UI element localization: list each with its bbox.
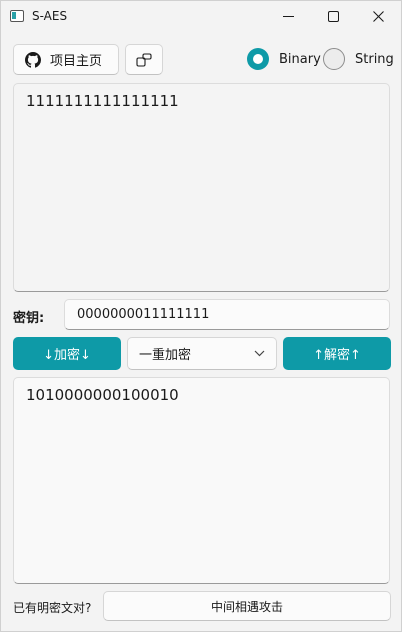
minimize-icon	[282, 16, 294, 17]
close-button[interactable]	[355, 1, 401, 32]
maximize-button[interactable]	[310, 1, 356, 32]
project-home-button[interactable]: 项目主页	[13, 44, 119, 75]
switch-window-button[interactable]	[125, 44, 163, 75]
decrypt-button[interactable]: ↑解密↑	[283, 337, 391, 370]
switch-window-icon	[136, 52, 152, 67]
meet-in-the-middle-attack-button[interactable]: 中间相遇攻击	[103, 591, 391, 621]
encryption-mode-select[interactable]: 一重加密	[127, 337, 277, 370]
binary-radio-label[interactable]: Binary	[279, 52, 321, 67]
binary-radio[interactable]	[247, 48, 269, 70]
key-label: 密钥:	[13, 311, 45, 326]
encryption-mode-value: 一重加密	[139, 348, 192, 363]
string-radio-label[interactable]: String	[355, 52, 394, 67]
known-pair-question: 已有明密文对?	[13, 601, 92, 615]
string-radio[interactable]	[323, 48, 345, 70]
maximize-icon	[327, 11, 339, 22]
chevron-down-icon	[254, 350, 265, 357]
title-bar[interactable]: S-AES	[1, 1, 401, 32]
window-title: S-AES	[32, 9, 68, 23]
app-window: S-AES 项目主页 Binary String 111111111111111…	[0, 0, 402, 632]
close-icon	[372, 11, 384, 22]
app-window-icon	[10, 10, 24, 22]
project-home-label: 项目主页	[50, 54, 103, 69]
plaintext-input[interactable]: 1111111111111111	[13, 83, 390, 292]
encrypt-button[interactable]: ↓加密↓	[13, 337, 121, 370]
key-input[interactable]: 0000000011111111	[64, 299, 390, 330]
ciphertext-output[interactable]: 1010000000100010	[13, 377, 390, 584]
minimize-button[interactable]	[265, 1, 311, 32]
github-icon	[25, 51, 41, 68]
